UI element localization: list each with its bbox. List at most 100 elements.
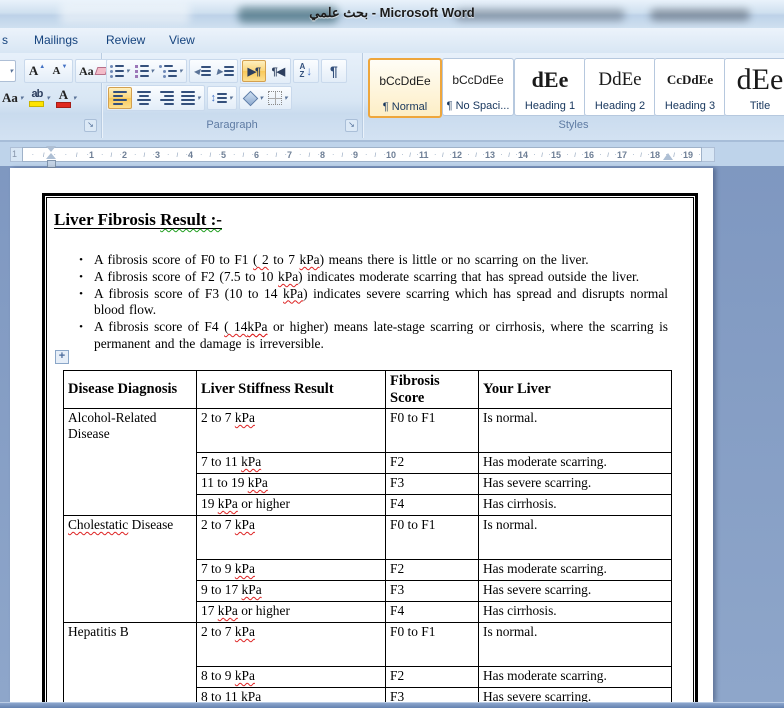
table-cell[interactable]: Has cirrhosis. [478,601,672,623]
table-cell[interactable]: 19 kPa or higher [196,494,386,516]
doc-table[interactable]: Disease Diagnosis Liver Stiffness Result F… [63,370,672,702]
bullet-item[interactable]: • A fibrosis score of F4 ( 14kPa or highe… [68,319,668,353]
table-cell[interactable]: 2 to 7 kPa [196,515,386,560]
table-cell[interactable]: 8 to 11 kPa [196,687,386,702]
table-cell[interactable]: 11 to 19 kPa [196,473,386,495]
decrease-indent-button[interactable]: ◀ [191,61,213,81]
document-page[interactable]: Liver Fibrosis Result :- • A fibrosis sco… [10,168,713,702]
align-center-button[interactable] [133,88,155,108]
sort-button[interactable]: A Z ↓ [295,61,317,81]
left-indent-marker[interactable] [47,160,56,168]
window-titlebar[interactable]: بحث علمي - Microsoft Word [0,0,784,29]
style-nospace[interactable]: bCcDdEe ¶ No Spaci... [442,58,514,116]
increase-indent-button[interactable]: ▶ [214,61,236,81]
show-formatting-button[interactable]: ¶ [323,61,345,81]
bullet-item[interactable]: • A fibrosis score of F2 (7.5 to 10 kPa) … [68,269,668,286]
bullet-item[interactable]: • A fibrosis score of F3 (10 to 14 kPa) i… [68,286,668,320]
tab-mailings[interactable]: Mailings [34,33,78,47]
table-header-cell[interactable]: Disease Diagnosis [63,370,197,409]
disease-cell[interactable]: Cholestatic Disease [63,515,197,623]
table-cell[interactable]: F2 [385,452,479,474]
multilevel-list-button[interactable]: ▾ [157,61,185,81]
font-dialog-launcher[interactable]: ↘ [84,119,97,132]
style-h2[interactable]: DdEe Heading 2 [584,58,656,116]
shrink-font-icon: A [52,65,61,77]
table-move-handle[interactable]: + [55,350,69,364]
table-header-cell[interactable]: Fibrosis Score [385,370,479,409]
table-cell[interactable]: Is normal. [478,622,672,667]
right-indent-marker[interactable] [663,153,673,160]
paragraph-dialog-launcher[interactable]: ↘ [345,119,358,132]
tab-view[interactable]: View [169,33,195,47]
numbering-button[interactable]: ▾ [133,61,157,81]
bullets-button[interactable]: ▾ [108,61,132,81]
shading-button[interactable]: ▾ [241,88,266,108]
tab-partial[interactable]: s [2,33,8,47]
style-h3[interactable]: CcDdEe Heading 3 [654,58,726,116]
table-cell[interactable]: 17 kPa or higher [196,601,386,623]
style-label: Heading 3 [664,100,716,112]
align-left-button[interactable] [108,87,132,109]
table-cell[interactable]: 7 to 9 kPa [196,559,386,581]
table-cell[interactable]: 2 to 7 kPa [196,622,386,667]
bullet-text[interactable]: A fibrosis score of F4 ( 14kPa or higher… [94,319,668,353]
style-title[interactable]: dEe Title [724,58,784,116]
table-cell[interactable]: F3 [385,687,479,702]
ruler-bar[interactable]: · ı · · ı · 1 · ı · 2 · ı · 3 · ı · 4 · ı · 5 · ı · 6 · ı · 7 · ı · 8 · ı · 9 ·… [22,147,702,162]
change-case-button[interactable]: Aa ▾ [0,88,25,108]
table-cell[interactable]: Has moderate scarring. [478,452,672,474]
table-cell[interactable]: F2 [385,666,479,688]
table-cell[interactable]: Has severe scarring. [478,687,672,702]
grow-font-button[interactable]: A ▲ [26,61,48,81]
table-cell[interactable]: Has moderate scarring. [478,559,672,581]
ltr-direction-button[interactable]: ▶¶ [241,60,266,82]
table-cell[interactable]: 8 to 9 kPa [196,666,386,688]
table-cell[interactable]: F0 to F1 [385,515,479,560]
rtl-direction-button[interactable]: ¶◀ [267,61,289,81]
bullet-text[interactable]: A fibrosis score of F2 (7.5 to 10 kPa) i… [94,269,668,286]
doc-heading[interactable]: Liver Fibrosis Result :- [54,210,222,230]
ruler-unit: 17 · ı · [617,149,650,160]
table-cell[interactable]: Has severe scarring. [478,473,672,495]
table-cell[interactable]: F0 to F1 [385,408,479,453]
text-highlight-button[interactable]: ab ▾ [27,88,52,108]
style-preview: CcDdEe [666,71,714,87]
table-header-cell[interactable]: Liver Stiffness Result [196,370,386,409]
table-cell[interactable]: 2 to 7 kPa [196,408,386,453]
font-size-combo[interactable]: ▾ [0,60,16,82]
shrink-font-button[interactable]: A ▼ [49,61,71,81]
disease-cell[interactable]: Alcohol-Related Disease [63,408,197,516]
bullet-dot: • [79,254,83,266]
hanging-indent-marker[interactable] [46,153,56,159]
window-bottom-edge [0,702,784,708]
justify-icon [181,91,195,105]
disease-cell[interactable]: Hepatitis B [63,622,197,702]
style-h1[interactable]: dEe Heading 1 [514,58,586,116]
table-header-cell[interactable]: Your Liver [478,370,672,409]
table-cell[interactable]: Has moderate scarring. [478,666,672,688]
table-cell[interactable]: Is normal. [478,408,672,453]
table-cell[interactable]: F4 [385,494,479,516]
style-normal[interactable]: bCcDdEe ¶ Normal [368,58,442,118]
align-right-button[interactable] [156,88,178,108]
table-cell[interactable]: 7 to 11 kPa [196,452,386,474]
bullet-text[interactable]: A fibrosis score of F3 (10 to 14 kPa) in… [94,286,668,320]
justify-button[interactable]: ▾ [179,88,203,108]
bullet-text[interactable]: A fibrosis score of F0 to F1 ( 2 to 7 kP… [94,252,668,269]
bullet-item[interactable]: • A fibrosis score of F0 to F1 ( 2 to 7 k… [68,252,668,269]
table-cell[interactable]: Is normal. [478,515,672,560]
table-cell[interactable]: F0 to F1 [385,622,479,667]
table-cell[interactable]: Has severe scarring. [478,580,672,602]
font-color-button[interactable]: A ▾ [54,88,79,108]
tab-review[interactable]: Review [106,33,145,47]
horizontal-ruler[interactable]: 1 · ı · · ı · 1 · ı · 2 · ı · 3 · ı · 4 · ı · 5 · ı · 6 · ı · 7 · ı · 8 · ı ·… [0,142,784,168]
table-cell[interactable]: Has cirrhosis. [478,494,672,516]
first-line-indent-marker[interactable] [46,146,56,152]
table-cell[interactable]: 9 to 17 kPa [196,580,386,602]
line-spacing-button[interactable]: ↕ ▾ [209,88,235,108]
table-cell[interactable]: F3 [385,580,479,602]
borders-button[interactable]: ▾ [266,88,290,108]
table-cell[interactable]: F4 [385,601,479,623]
table-cell[interactable]: F3 [385,473,479,495]
table-cell[interactable]: F2 [385,559,479,581]
